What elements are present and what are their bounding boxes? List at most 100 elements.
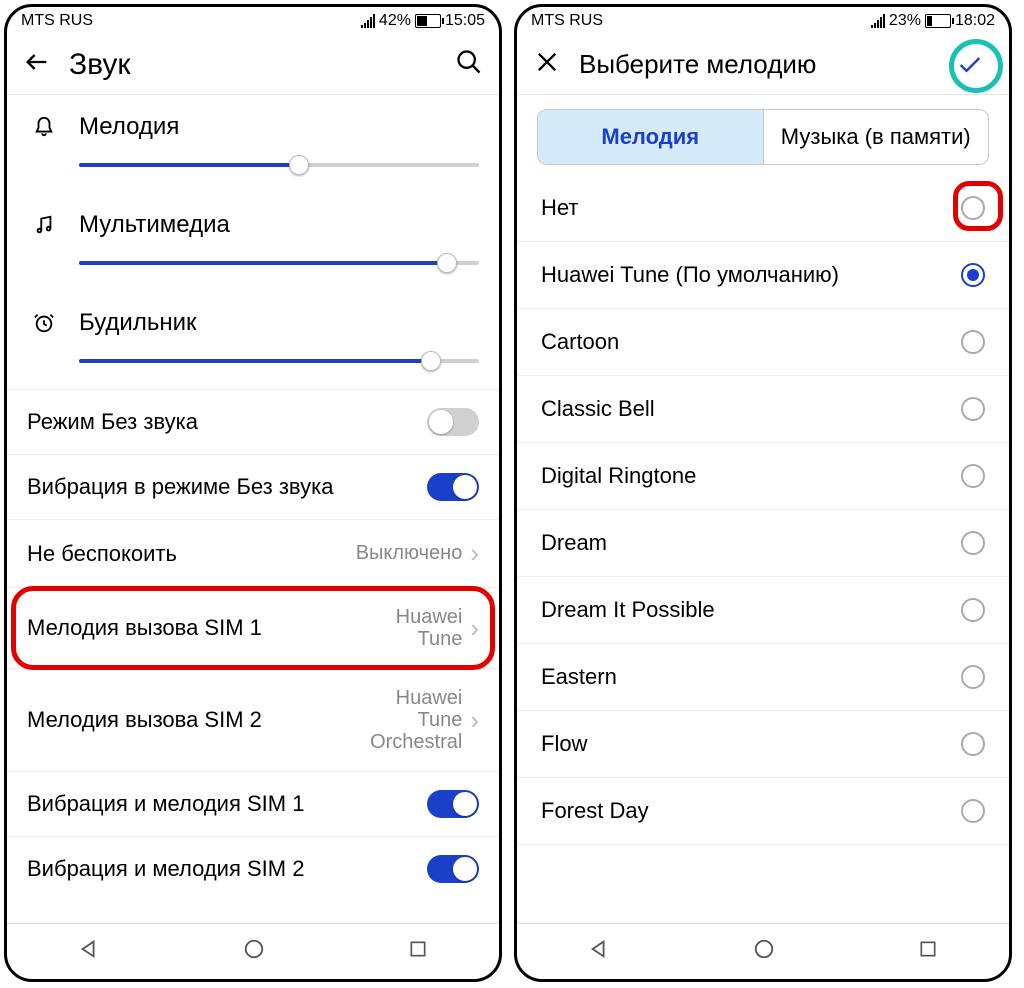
bell-icon [27,116,61,138]
volume-label: Мелодия [79,113,179,141]
confirm-button[interactable] [947,42,993,88]
row-value: Выключено [356,542,463,565]
ringtone-name: Eastern [541,664,617,690]
radio[interactable] [961,531,985,555]
radio[interactable] [961,330,985,354]
tab-ringtone[interactable]: Мелодия [538,110,763,164]
page-title: Выберите мелодию [579,49,816,80]
nav-home[interactable] [243,938,265,965]
row-label: Режим Без звука [27,409,427,435]
arrow-left-icon [23,48,51,76]
content-area: Мелодия Мультимедиа Будильник Режим Без зв… [7,95,499,923]
header: Звук [7,35,499,95]
volume-row-music: Мультимедиа [27,193,479,291]
ringtone-name: Digital Ringtone [541,463,696,489]
radio[interactable] [961,598,985,622]
ringtone-name: Classic Bell [541,396,655,422]
ringtone-name: Huawei Tune (По умолчанию) [541,262,839,288]
volume-label: Будильник [79,309,197,337]
row-label: Вибрация в режиме Без звука [27,474,427,500]
check-icon [956,51,984,79]
nav-back[interactable] [78,938,100,965]
alarm-icon [27,312,61,334]
ringtone-name: Dream [541,530,607,556]
nav-home[interactable] [753,938,775,965]
ringtone-name: Dream It Possible [541,597,715,623]
ringtone-name: Cartoon [541,329,619,355]
back-button[interactable] [23,48,51,81]
volume-slider[interactable] [79,251,479,275]
ringtone-row[interactable]: Huawei Tune (По умолчанию) [517,242,1009,309]
row-label: Вибрация и мелодия SIM 2 [27,856,427,882]
chevron-right-icon: › [470,538,479,569]
row-label: Мелодия вызова SIM 1 [27,615,396,641]
toggle[interactable] [427,790,479,818]
setting-row[interactable]: Вибрация и мелодия SIM 2 [7,836,499,901]
row-label: Не беспокоить [27,541,356,567]
content-area: Мелодия Музыка (в памяти) Нет Huawei Tune… [517,95,1009,923]
volume-slider[interactable] [79,349,479,373]
setting-row[interactable]: Мелодия вызова SIM 2HuaweiTuneOrchestral… [7,668,499,771]
toggle[interactable] [427,408,479,436]
close-button[interactable] [533,48,561,81]
radio[interactable] [961,665,985,689]
ringtone-row[interactable]: Classic Bell [517,376,1009,443]
phone-right-ringtone-picker: MTS RUS 23% 18:02 Выберите мелодию Мелод… [514,4,1012,982]
phone-left-sound-settings: MTS RUS 42% 15:05 Звук Мелодия Мультимеди… [4,4,502,982]
search-button[interactable] [455,48,483,81]
ringtone-name: Нет [541,195,578,221]
carrier-label: MTS RUS [531,12,603,30]
setting-row[interactable]: Вибрация и мелодия SIM 1 [7,771,499,836]
row-label: Мелодия вызова SIM 2 [27,707,370,733]
battery-icon [925,14,951,28]
ringtone-row[interactable]: Cartoon [517,309,1009,376]
page-title: Звук [69,48,131,82]
ringtone-row[interactable]: Dream [517,510,1009,577]
battery-pct: 23% [889,12,921,30]
signal-icon [361,14,375,28]
row-label: Вибрация и мелодия SIM 1 [27,791,427,817]
setting-row[interactable]: Режим Без звука [7,389,499,454]
radio[interactable] [961,732,985,756]
setting-row[interactable]: Не беспокоитьВыключено › [7,519,499,587]
radio[interactable] [961,464,985,488]
carrier-label: MTS RUS [21,12,93,30]
volume-row-bell: Мелодия [27,95,479,193]
radio[interactable] [961,196,985,220]
status-bar: MTS RUS 42% 15:05 [7,7,499,35]
clock-time: 15:05 [445,12,485,30]
ringtone-name: Forest Day [541,798,649,824]
ringtone-row[interactable]: Flow [517,711,1009,778]
music-icon [27,214,61,236]
volume-row-alarm: Будильник [27,291,479,389]
nav-back[interactable] [588,938,610,965]
toggle[interactable] [427,473,479,501]
row-value: HuaweiTuneOrchestral [370,687,462,753]
volume-slider[interactable] [79,153,479,177]
ringtone-row[interactable]: Dream It Possible [517,577,1009,644]
ringtone-row[interactable]: Digital Ringtone [517,443,1009,510]
ringtone-name: Flow [541,731,587,757]
setting-row[interactable]: Вибрация в режиме Без звука [7,454,499,519]
toggle[interactable] [427,855,479,883]
header: Выберите мелодию [517,35,1009,95]
tab-music[interactable]: Музыка (в памяти) [763,110,989,164]
radio[interactable] [961,397,985,421]
setting-row[interactable]: Мелодия вызова SIM 1HuaweiTune› [7,587,499,668]
radio[interactable] [961,263,985,287]
chevron-right-icon: › [470,613,479,644]
ringtone-row[interactable]: Eastern [517,644,1009,711]
nav-recent[interactable] [408,939,428,964]
ringtone-row[interactable]: Нет [517,175,1009,242]
battery-pct: 42% [379,12,411,30]
radio[interactable] [961,799,985,823]
row-value: HuaweiTune [396,606,463,650]
battery-icon [415,14,441,28]
ringtone-row[interactable]: Forest Day [517,778,1009,845]
nav-recent[interactable] [918,939,938,964]
status-bar: MTS RUS 23% 18:02 [517,7,1009,35]
close-icon [533,48,561,76]
search-icon [455,48,483,76]
signal-icon [871,14,885,28]
tab-segmented: Мелодия Музыка (в памяти) [537,109,989,165]
